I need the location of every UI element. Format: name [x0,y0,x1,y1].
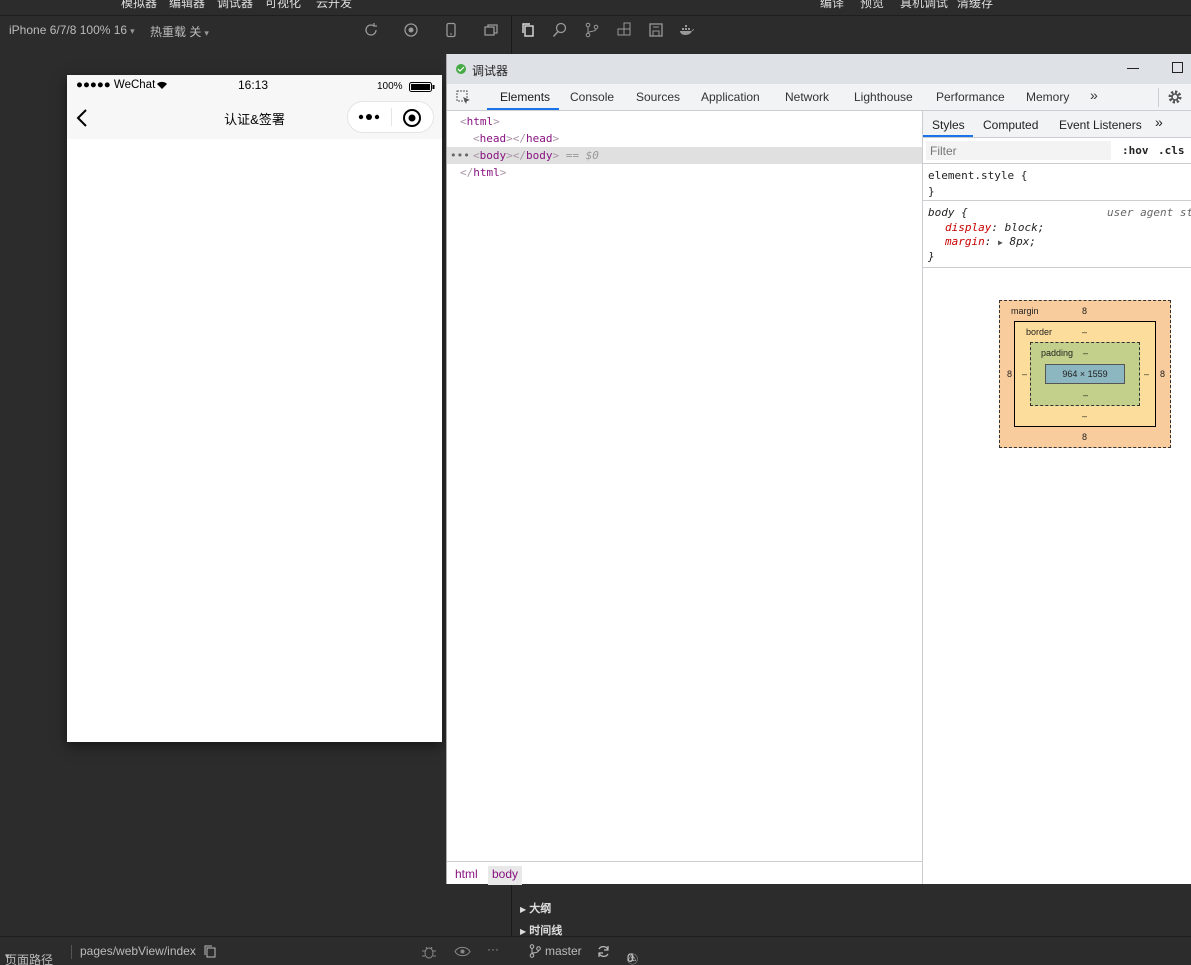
active-tab-indicator [487,108,559,110]
git-branch-icon[interactable] [584,22,600,38]
tab-memory[interactable]: Memory [1026,90,1069,104]
more-tabs-chevron-icon[interactable]: » [1090,87,1098,103]
box-margin[interactable]: margin 8 8 8 8 border – – – – padding – … [999,300,1171,448]
save-icon[interactable] [648,22,664,38]
wifi-icon [157,81,167,89]
page-path: pages/webView/index [80,944,196,958]
clock: 16:13 [238,78,269,92]
maximize-button[interactable] [1172,62,1183,73]
more-chevron-icon[interactable]: » [1155,114,1163,130]
node-menu-dots-icon[interactable]: ••• [450,147,470,164]
box-border[interactable]: border – – – – padding – – 964 × 1559 [1014,321,1156,427]
dom-node-html[interactable]: <html> [447,113,922,130]
more-dots-icon[interactable] [358,112,382,122]
tab-console[interactable]: Console [570,90,614,104]
dom-node-html-close[interactable]: </html> [447,164,922,181]
tab-elements[interactable]: Elements [500,90,550,104]
phone-icon[interactable] [443,22,459,38]
eye-icon[interactable] [454,946,471,957]
menu-debugger[interactable]: 调试器 [217,0,253,11]
refresh-icon[interactable] [363,22,379,38]
crumb-body[interactable]: body [488,866,523,885]
tab-application[interactable]: Application [701,90,760,104]
inspect-element-icon[interactable] [456,90,471,105]
dom-node-head[interactable]: <head></head> [447,130,922,147]
gear-icon[interactable] [1167,89,1183,105]
simulator-toolbar: iPhone 6/7/8 100% 16 热重载 关 [0,16,512,44]
elements-tree: <html> <head></head> ••• <body></body> =… [447,111,922,884]
devtools-title: 调试器 [472,64,509,78]
hov-toggle[interactable]: :hov [1122,144,1149,157]
breadcrumb: html body [447,861,922,885]
tab-lighthouse[interactable]: Lighthouse [854,90,913,104]
phone-status-bar: ●●●●● WeChat 16:13 100% [67,75,442,95]
styles-pane: Styles Computed Event Listeners » :hov .… [922,111,1191,884]
tabs-divider [1158,88,1159,107]
top-menu: 模拟器 编辑器 调试器 可视化 云开发 编译 预览 真机调试 清缓存 [0,0,1191,16]
wechat-devtools-icon [456,64,466,74]
tab-network[interactable]: Network [785,90,829,104]
battery-icon [409,82,435,92]
menu-visual[interactable]: 可视化 [265,0,301,11]
battery-percent: 100% [377,81,403,92]
menu-realdebug[interactable]: 真机调试 [900,0,948,11]
selected-marker: == $0 [565,149,599,162]
menu-clearcache[interactable]: 清缓存 [957,0,993,11]
bug-icon[interactable] [421,944,437,959]
menu-preview[interactable]: 预览 [860,0,884,11]
dom-node-body-selected[interactable]: ••• <body></body> == $0 [447,147,922,164]
tab-performance[interactable]: Performance [936,90,1005,104]
hotreload-select[interactable]: 热重载 关 [150,23,209,40]
devtools-tabs: Elements Console Sources Application Net… [447,84,1191,111]
filter-bar: :hov .cls [923,138,1191,164]
styles-tabs: Styles Computed Event Listeners » [923,111,1191,138]
git-branch-icon [529,944,541,958]
copy-icon[interactable] [204,945,216,958]
devtools-titlebar: 调试器 [447,54,1191,84]
cls-toggle[interactable]: .cls [1158,144,1185,157]
phone-nav-bar: 认证&签署 [67,95,442,139]
menu-editor[interactable]: 编辑器 [169,0,205,11]
sync-icon[interactable] [597,945,610,958]
collapse-arrow-icon: ▶ [520,905,527,914]
menu-cloud[interactable]: 云开发 [316,0,352,11]
crumb-html[interactable]: html [451,866,482,885]
filter-input[interactable] [926,141,1111,160]
ua-label: user agent st [1107,206,1191,219]
close-target-icon[interactable] [402,108,422,128]
styles-tab-indicator [923,135,973,137]
window-icon[interactable] [483,22,499,38]
menu-compile[interactable]: 编译 [820,0,844,11]
body-ua-rule[interactable]: body { user agent st display: block; mar… [923,202,1191,268]
stop-record-icon[interactable] [403,22,419,38]
menu-simulator[interactable]: 模拟器 [121,0,157,11]
panel-toolbar [512,16,712,44]
outline-item[interactable]: ▶ 大纲 [520,900,551,916]
box-padding[interactable]: padding – – 964 × 1559 [1030,342,1140,406]
docker-icon[interactable] [679,22,695,38]
search-icon[interactable] [552,22,568,38]
element-style-rule[interactable]: element.style { } [923,164,1191,201]
branch-name[interactable]: master [545,944,582,958]
tab-styles[interactable]: Styles [932,118,965,132]
expand-triangle-icon[interactable]: ▶ [998,238,1003,247]
box-content[interactable]: 964 × 1559 [1045,364,1125,384]
more-options-icon[interactable]: ··· [487,942,499,956]
devtools-window: 调试器 Elements Console Sources Application… [446,54,1191,885]
files-icon[interactable] [520,22,536,38]
capsule-divider [391,108,392,126]
carrier-label: ●●●●● WeChat [76,79,156,91]
tab-event-listeners[interactable]: Event Listeners [1059,118,1142,132]
minimize-button[interactable] [1127,68,1139,69]
outline-panel: ▶ 大纲 ▶ 时间线 [512,896,712,937]
phone-simulator[interactable]: ●●●●● WeChat 16:13 100% 认证&签署 [67,75,442,742]
extensions-icon[interactable] [616,22,632,38]
capsule-menu [347,101,434,133]
collapse-arrow-icon: ▶ [520,927,527,936]
status-divider [71,945,72,959]
status-bar: 页面路径 ▾ pages/webView/index ··· master ⓧ … [0,936,1191,965]
tab-sources[interactable]: Sources [636,90,680,104]
tab-computed[interactable]: Computed [983,118,1038,132]
device-select[interactable]: iPhone 6/7/8 100% 16 [9,23,135,37]
